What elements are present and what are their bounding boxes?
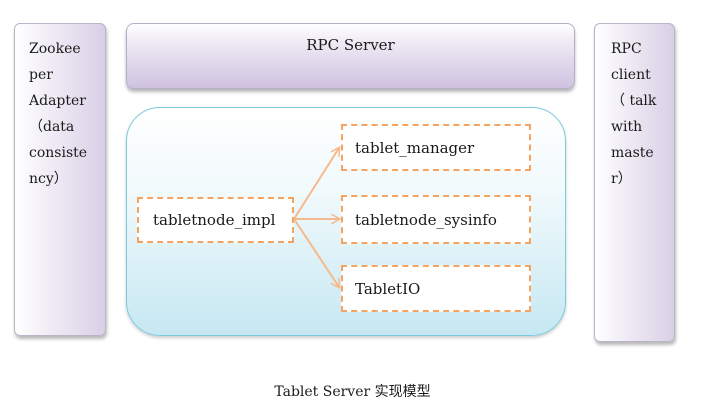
tabletio-box: TabletIO	[341, 265, 531, 312]
tablet-manager-box: tablet_manager	[341, 124, 531, 171]
arrow-to-tablet-manager	[293, 148, 339, 220]
tabletnode-impl-box: tabletnode_impl	[137, 197, 294, 243]
tabletnode-sysinfo-box: tabletnode_sysinfo	[341, 195, 531, 244]
figure-caption: Tablet Server 实现模型	[274, 384, 431, 400]
arrow-to-tabletio	[293, 218, 339, 287]
